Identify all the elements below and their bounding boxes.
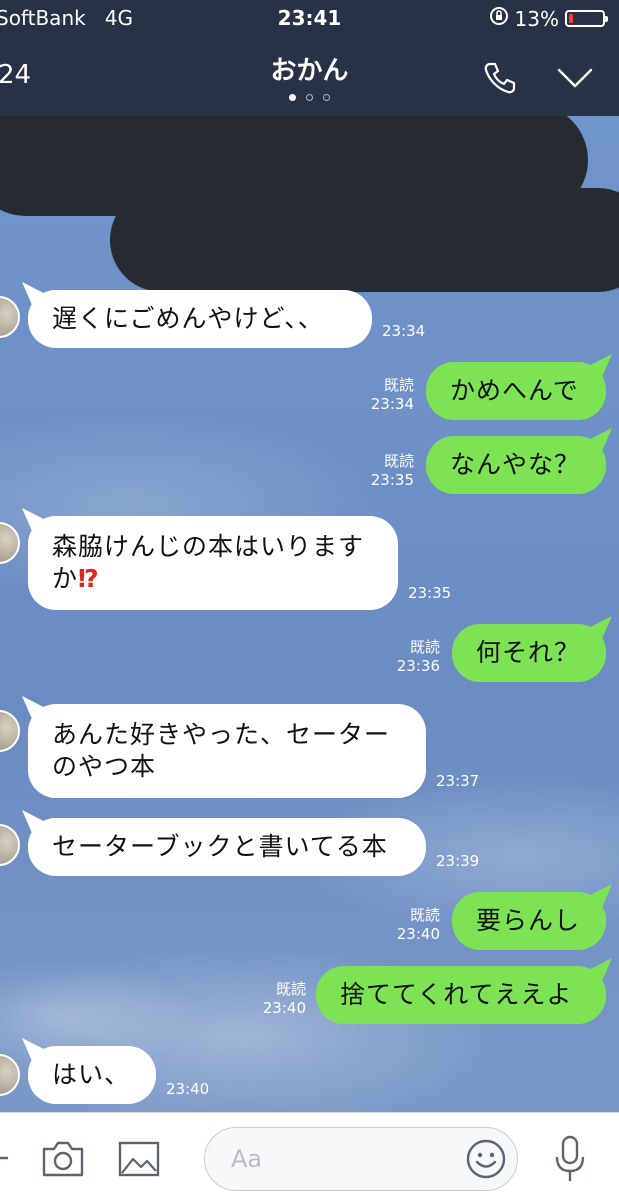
page-dot xyxy=(289,94,296,101)
message-read-meta: 既読 23:35 xyxy=(366,452,414,490)
phone-icon xyxy=(484,62,516,94)
read-receipt: 既読 xyxy=(383,376,414,394)
message-time: 23:37 xyxy=(436,772,480,790)
message-bubble-outgoing[interactable]: 要らんし xyxy=(452,892,606,950)
message-time: 23:40 xyxy=(262,999,306,1017)
camera-icon xyxy=(42,1141,84,1177)
microphone-icon xyxy=(555,1135,585,1181)
message-text: 遅くにごめんやけど、、 xyxy=(52,304,324,333)
read-receipt: 既読 xyxy=(383,452,414,470)
exclamation-question-emoji: ⁉ xyxy=(78,564,100,593)
battery-fill xyxy=(569,14,573,23)
message-bubble-incoming[interactable]: 森脇けんじの本はいります か⁉ xyxy=(28,516,398,610)
message-time: 23:34 xyxy=(382,322,426,340)
lock-rotation-icon xyxy=(489,6,509,31)
message-time: 23:39 xyxy=(436,852,480,870)
voice-button[interactable] xyxy=(550,1133,590,1185)
chevron-down-icon xyxy=(557,68,593,88)
image-icon xyxy=(118,1141,160,1177)
message-read-meta: 既読 23:40 xyxy=(258,980,306,1018)
message-time: 23:40 xyxy=(166,1080,210,1098)
avatar[interactable] xyxy=(0,522,20,564)
message-text-field[interactable] xyxy=(229,1144,453,1174)
compose-bar xyxy=(0,1112,619,1201)
avatar[interactable] xyxy=(0,824,20,866)
message-list[interactable]: 遅くにごめんやけど、、 23:34 既読 23:34 かめへんで 既読 23:3… xyxy=(0,116,619,1112)
message-time: 23:34 xyxy=(370,395,414,413)
avatar[interactable] xyxy=(0,1054,20,1096)
message-text: あんた好きやった、セーター のやつ本 xyxy=(52,720,391,781)
battery-status: 13% xyxy=(489,6,608,31)
message-time: 23:36 xyxy=(396,657,440,675)
read-receipt: 既読 xyxy=(409,906,440,924)
chat-title: おかん xyxy=(270,56,349,86)
message-bubble-incoming[interactable]: あんた好きやった、セーター のやつ本 xyxy=(28,704,426,798)
message-read-meta: 既読 23:40 xyxy=(392,906,440,944)
read-receipt: 既読 xyxy=(275,980,306,998)
read-receipt: 既読 xyxy=(409,638,440,656)
chat-header: SoftBank 4G 23:41 13% 24 おかん xyxy=(0,0,619,116)
page-dot xyxy=(323,94,330,101)
avatar[interactable] xyxy=(0,296,20,338)
camera-button[interactable] xyxy=(40,1139,86,1179)
battery-percent: 13% xyxy=(514,6,559,31)
message-text: 要らんし xyxy=(476,906,581,935)
avatar[interactable] xyxy=(0,710,20,752)
message-text: はい、 xyxy=(52,1060,131,1089)
message-read-meta: 既読 23:36 xyxy=(392,638,440,676)
add-button[interactable] xyxy=(0,1141,14,1175)
message-bubble-incoming[interactable]: セーターブックと書いてる本 xyxy=(28,818,426,876)
call-button[interactable] xyxy=(480,58,524,98)
message-text: 捨ててくれてええよ xyxy=(340,980,573,1009)
message-bubble-incoming[interactable]: 遅くにごめんやけど、、 xyxy=(28,290,372,348)
message-read-meta: 既読 23:34 xyxy=(366,376,414,414)
message-bubble-outgoing[interactable]: 捨ててくれてええよ xyxy=(316,966,606,1024)
message-text: セーターブックと書いてる本 xyxy=(52,832,388,861)
redacted-message xyxy=(110,188,619,292)
page-indicator xyxy=(0,94,619,101)
image-button[interactable] xyxy=(116,1139,162,1179)
emoji-icon xyxy=(466,1139,506,1179)
message-text: かめへんで xyxy=(450,376,579,405)
plus-icon xyxy=(0,1156,8,1160)
message-time: 23:35 xyxy=(370,471,414,489)
message-bubble-outgoing[interactable]: なんやな？ xyxy=(426,436,606,494)
message-text: 何それ？ xyxy=(476,638,581,667)
emoji-button[interactable] xyxy=(464,1137,508,1181)
message-time: 23:35 xyxy=(408,584,452,602)
message-bubble-outgoing[interactable]: 何それ？ xyxy=(452,624,606,682)
message-time: 23:40 xyxy=(396,925,440,943)
message-text: なんやな？ xyxy=(450,450,581,479)
message-bubble-outgoing[interactable]: かめへんで xyxy=(426,362,606,420)
battery-icon xyxy=(565,10,608,27)
message-text: 森脇けんじの本はいります か⁉ xyxy=(52,531,364,595)
page-dot xyxy=(306,94,313,101)
message-bubble-incoming[interactable]: はい、 xyxy=(28,1046,156,1104)
menu-toggle-button[interactable] xyxy=(553,58,597,98)
